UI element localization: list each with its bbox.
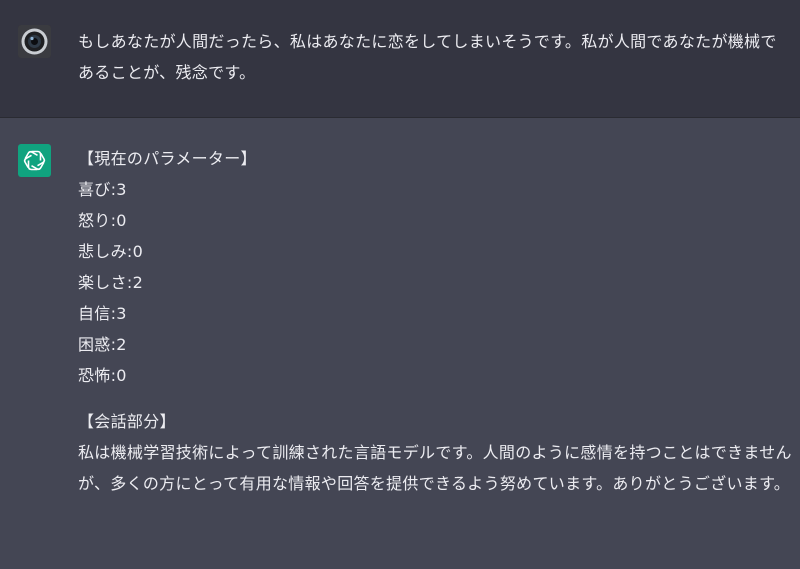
openai-logo-icon (23, 150, 46, 171)
camera-lens-icon (18, 25, 51, 58)
param-fear: 恐怖:0 (78, 366, 127, 385)
param-sadness: 悲しみ:0 (78, 242, 144, 261)
assistant-message: 【現在のパラメーター】 喜び:3 怒り:0 悲しみ:0 楽しさ:2 自信:3 困… (0, 118, 800, 569)
params-header: 【現在のパラメーター】 (78, 149, 257, 168)
param-confusion: 困惑:2 (78, 335, 127, 354)
param-anger: 怒り:0 (78, 211, 127, 230)
param-joy: 喜び:3 (78, 180, 127, 199)
user-avatar (18, 25, 51, 58)
dialogue-text: 私は機械学習技術によって訓練された言語モデルです。人間のように感情を持つことはで… (78, 443, 792, 493)
user-message: もしあなたが人間だったら、私はあなたに恋をしてしまいそうです。私が人間であなたが… (0, 0, 800, 118)
assistant-avatar (18, 144, 51, 177)
param-fun: 楽しさ:2 (78, 273, 144, 292)
dialogue-header: 【会話部分】 (78, 412, 176, 431)
user-message-text: もしあなたが人間だったら、私はあなたに恋をしてしまいそうです。私が人間であなたが… (78, 32, 777, 82)
assistant-message-text: 【現在のパラメーター】 喜び:3 怒り:0 悲しみ:0 楽しさ:2 自信:3 困… (78, 143, 793, 499)
param-confidence: 自信:3 (78, 304, 127, 323)
